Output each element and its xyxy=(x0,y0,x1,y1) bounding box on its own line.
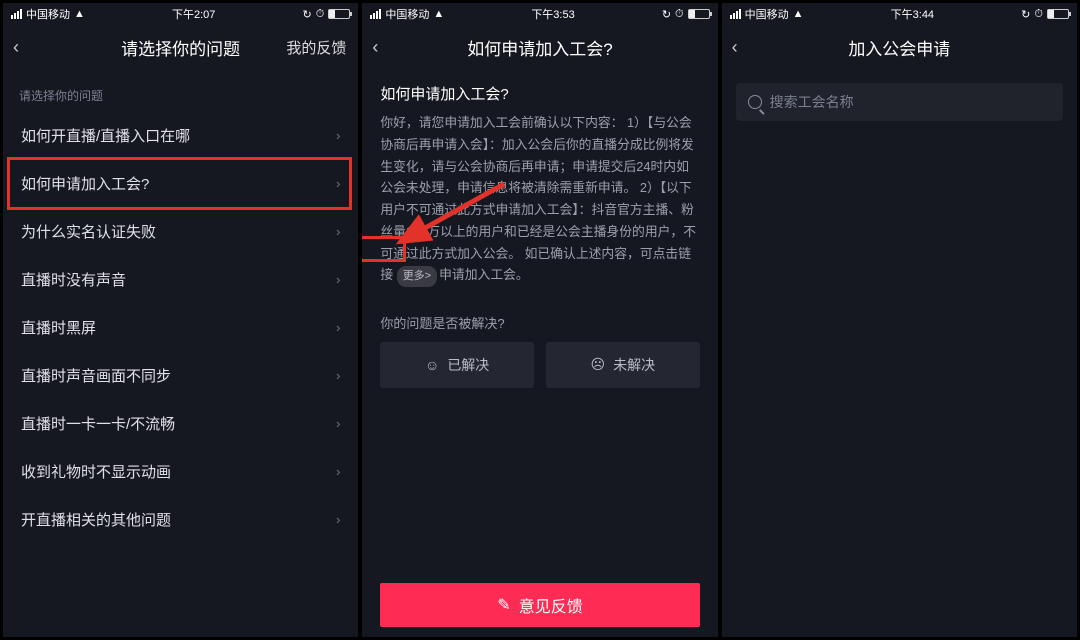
article-text-post: 申请加入工会。 xyxy=(439,267,529,282)
list-item[interactable]: 收到礼物时不显示动画 › xyxy=(3,448,358,496)
back-button[interactable]: ‹ xyxy=(13,37,19,58)
list-item-label: 直播时一卡一卡/不流畅 xyxy=(21,413,175,434)
back-button[interactable]: ‹ xyxy=(372,37,378,58)
alarm-icon: ⏱ xyxy=(1034,8,1043,21)
smile-icon: ☺ xyxy=(425,357,439,373)
list-item[interactable]: 直播时声音画面不同步 › xyxy=(3,352,358,400)
search-icon xyxy=(748,95,762,109)
resolved-button[interactable]: ☺ 已解决 xyxy=(380,342,534,388)
list-item-label: 如何申请加入工会? xyxy=(21,173,149,194)
list-item[interactable]: 直播时没有声音 › xyxy=(3,256,358,304)
unresolved-label: 未解决 xyxy=(613,355,655,375)
article-body: 你好，请您申请加入工会前确认以下内容： 1）【与公会协商后再申请入会】：加入公会… xyxy=(362,108,717,297)
status-bar: 中国移动 ▲ 下午3:53 ↻ ⏱ xyxy=(362,3,717,25)
status-bar: 中国移动 ▲ 下午3:44 ↻ ⏱ xyxy=(722,3,1077,25)
article-title: 如何申请加入工会? xyxy=(362,69,717,108)
list-item-label: 为什么实名认证失败 xyxy=(21,221,156,242)
nav-bar: ‹ 请选择你的问题 我的反馈 xyxy=(3,25,358,69)
signal-icon xyxy=(370,9,381,19)
status-bar: 中国移动 ▲ 下午2:07 ↻ ⏱ xyxy=(3,3,358,25)
frown-icon: ☹ xyxy=(591,356,606,373)
list-item-label: 直播时没有声音 xyxy=(21,269,126,290)
list-item[interactable]: 直播时黑屏 › xyxy=(3,304,358,352)
alarm-icon: ⏱ xyxy=(675,8,684,21)
edit-icon: ✎ xyxy=(497,595,510,615)
orientation-lock-icon: ↻ xyxy=(1021,8,1030,21)
page-title: 加入公会申请 xyxy=(848,35,950,60)
page-title: 请选择你的问题 xyxy=(121,35,240,60)
chevron-right-icon: › xyxy=(336,464,340,479)
section-caption: 请选择你的问题 xyxy=(3,69,358,112)
list-item[interactable]: 开直播相关的其他问题 › xyxy=(3,496,358,544)
list-item-label: 开直播相关的其他问题 xyxy=(21,509,171,530)
search-placeholder: 搜索工会名称 xyxy=(770,92,854,112)
wifi-icon: ▲ xyxy=(74,8,85,20)
alarm-icon: ⏱ xyxy=(316,8,325,21)
screen-article: 中国移动 ▲ 下午3:53 ↻ ⏱ ‹ 如何申请加入工会? 如何申请加入工会? … xyxy=(361,2,718,638)
back-button[interactable]: ‹ xyxy=(732,37,738,58)
screen-problem-list: 中国移动 ▲ 下午2:07 ↻ ⏱ ‹ 请选择你的问题 我的反馈 请选择你的问题… xyxy=(2,2,359,638)
screen-search: 中国移动 ▲ 下午3:44 ↻ ⏱ ‹ 加入公会申请 搜索工会名称 xyxy=(721,2,1078,638)
list-item-label: 直播时声音画面不同步 xyxy=(21,365,171,386)
battery-icon xyxy=(688,9,710,19)
nav-bar: ‹ 如何申请加入工会? xyxy=(362,25,717,69)
list-item[interactable]: 如何开直播/直播入口在哪 › xyxy=(3,112,358,160)
feedback-button[interactable]: ✎ 意见反馈 xyxy=(380,583,699,627)
chevron-right-icon: › xyxy=(336,272,340,287)
unresolved-button[interactable]: ☹ 未解决 xyxy=(546,342,700,388)
chevron-right-icon: › xyxy=(336,368,340,383)
battery-icon xyxy=(328,9,350,19)
my-feedback-button[interactable]: 我的反馈 xyxy=(286,37,346,58)
problem-list: 如何开直播/直播入口在哪›如何申请加入工会?›为什么实名认证失败›直播时没有声音… xyxy=(3,112,358,544)
chevron-right-icon: › xyxy=(336,320,340,335)
clock: 下午2:07 xyxy=(172,6,215,22)
list-item[interactable]: 如何申请加入工会? › xyxy=(3,160,358,208)
chevron-right-icon: › xyxy=(336,512,340,527)
signal-icon xyxy=(730,9,741,19)
wifi-icon: ▲ xyxy=(793,8,804,20)
list-item[interactable]: 直播时一卡一卡/不流畅 › xyxy=(3,400,358,448)
feedback-label: 意见反馈 xyxy=(519,593,583,617)
signal-icon xyxy=(11,9,22,19)
list-item-label: 如何开直播/直播入口在哪 xyxy=(21,125,190,146)
article-text-pre: 你好，请您申请加入工会前确认以下内容： 1）【与公会协商后再申请入会】：加入公会… xyxy=(380,115,696,282)
resolved-label: 已解决 xyxy=(447,355,489,375)
chevron-right-icon: › xyxy=(336,224,340,239)
chevron-right-icon: › xyxy=(336,128,340,143)
clock: 下午3:53 xyxy=(531,6,574,22)
carrier-label: 中国移动 xyxy=(385,6,429,22)
carrier-label: 中国移动 xyxy=(745,6,789,22)
list-item-label: 收到礼物时不显示动画 xyxy=(21,461,171,482)
orientation-lock-icon: ↻ xyxy=(303,8,312,21)
carrier-label: 中国移动 xyxy=(26,6,70,22)
page-title: 如何申请加入工会? xyxy=(467,35,612,60)
wifi-icon: ▲ xyxy=(433,8,444,20)
more-link[interactable]: 更多> xyxy=(397,266,437,287)
list-item[interactable]: 为什么实名认证失败 › xyxy=(3,208,358,256)
clock: 下午3:44 xyxy=(891,6,934,22)
nav-bar: ‹ 加入公会申请 xyxy=(722,25,1077,69)
resolve-buttons: ☺ 已解决 ☹ 未解决 xyxy=(362,342,717,388)
list-item-label: 直播时黑屏 xyxy=(21,317,96,338)
orientation-lock-icon: ↻ xyxy=(662,8,671,21)
search-input[interactable]: 搜索工会名称 xyxy=(736,83,1063,121)
chevron-right-icon: › xyxy=(336,416,340,431)
resolve-question: 你的问题是否被解决? xyxy=(362,297,717,342)
chevron-right-icon: › xyxy=(336,176,340,191)
battery-icon xyxy=(1047,9,1069,19)
